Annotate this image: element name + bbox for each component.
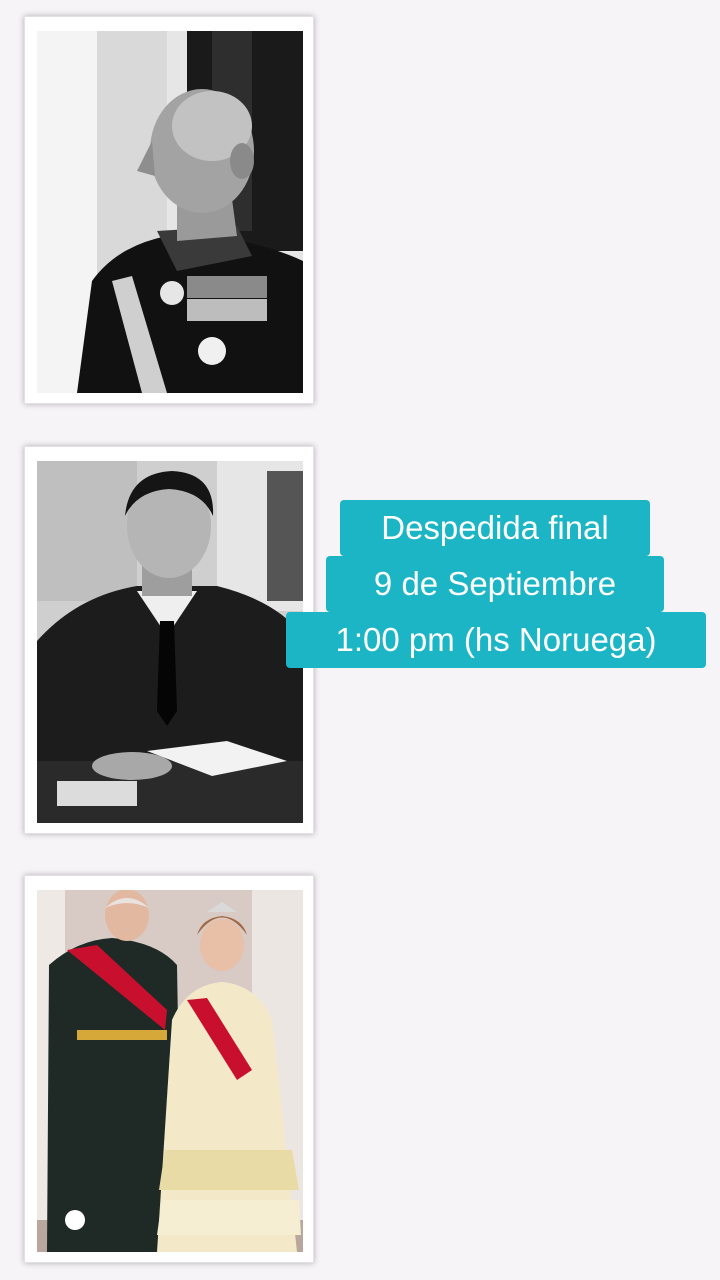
photo-young-man-desk	[37, 461, 303, 823]
photo-card-3	[24, 875, 314, 1263]
photo-card-1	[24, 16, 314, 404]
caption-line-1: Despedida final	[340, 500, 650, 556]
photo-elderly-man-uniform	[37, 31, 303, 393]
caption-line-3: 1:00 pm (hs Noruega)	[286, 612, 706, 668]
caption-line-2: 9 de Septiembre	[326, 556, 664, 612]
caption-overlay: Despedida final 9 de Septiembre 1:00 pm …	[286, 500, 720, 680]
video-frame: Despedida final 9 de Septiembre 1:00 pm …	[0, 0, 720, 1280]
photo-card-2	[24, 446, 314, 834]
photo-royal-couple	[37, 890, 303, 1252]
